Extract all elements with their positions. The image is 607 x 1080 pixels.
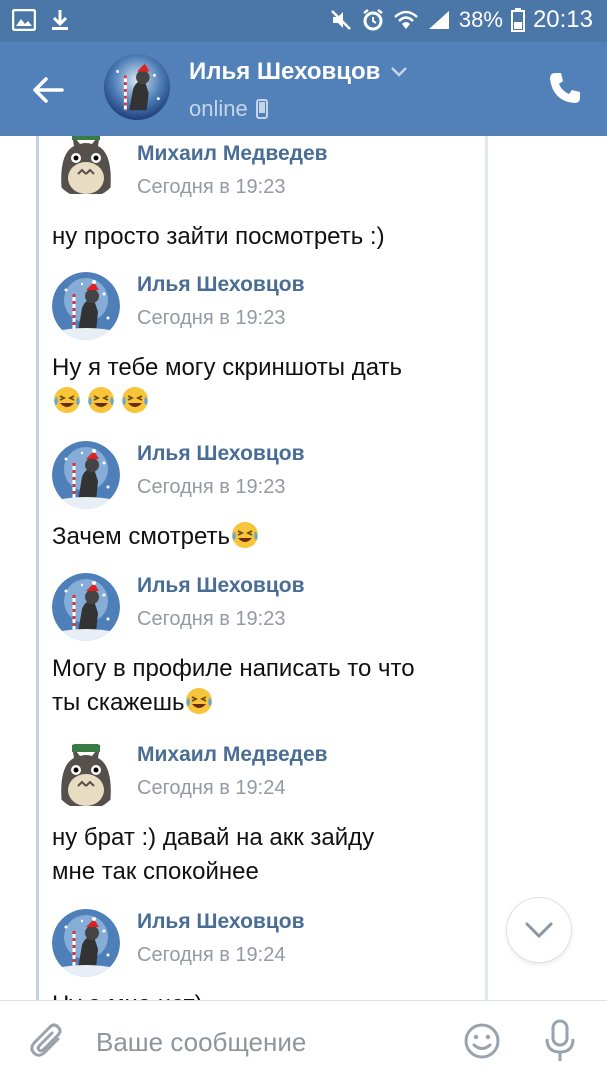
message-time: Сегодня в 19:24 (137, 777, 286, 799)
battery-icon (510, 8, 525, 32)
message-line: Могу в профиле написать то что (52, 655, 415, 682)
laughing-emoji-icon (122, 387, 148, 413)
contact-name-text: Илья Шеховцов (189, 58, 381, 85)
message-text: Ну а мне нет) (52, 988, 482, 1000)
laughing-emoji-icon (54, 387, 80, 413)
laughing-emoji-icon (186, 688, 213, 714)
divider (485, 136, 488, 1000)
message-line: Ну а мне нет) (52, 991, 203, 1000)
author-avatar[interactable] (52, 441, 120, 509)
forward-line (36, 136, 39, 1000)
download-icon (52, 10, 68, 30)
laughing-emoji-icon (232, 522, 259, 548)
message-time: Сегодня в 19:24 (137, 944, 286, 966)
mic-icon[interactable] (540, 1019, 580, 1063)
attach-icon[interactable] (28, 1021, 68, 1061)
message-line: ну брат :) давай на акк зайду (52, 824, 375, 851)
message-line: Зачем смотреть (52, 523, 231, 550)
message-text: ну просто зайти посмотреть :) (52, 220, 482, 254)
chat-header: Илья Шеховцов online (0, 42, 607, 136)
message-author[interactable]: Михаил Медведев (137, 743, 328, 767)
message-line: Ну я тебе могу скриншоты дать (52, 354, 403, 381)
author-avatar[interactable] (52, 909, 120, 977)
message-line: ты скажешь (52, 689, 185, 716)
message-author[interactable]: Илья Шеховцов (137, 910, 304, 934)
emoji-group (52, 387, 154, 415)
contact-status: online (189, 96, 268, 122)
scroll-down-icon (525, 922, 553, 939)
message-text: Зачем смотреть (52, 520, 482, 554)
message-line: ну просто зайти посмотреть :) (52, 223, 385, 250)
message-line: мне так спокойнее (52, 858, 259, 885)
chevron-down-icon[interactable] (390, 66, 408, 78)
back-arrow-icon[interactable] (28, 70, 68, 110)
message-time: Сегодня в 19:23 (137, 307, 286, 329)
mobile-icon (255, 99, 268, 119)
message-time: Сегодня в 19:23 (137, 176, 286, 198)
message-author[interactable]: Илья Шеховцов (137, 273, 304, 297)
message-composer (0, 1000, 607, 1080)
mute-icon (331, 10, 351, 30)
status-bar: 38% 20:13 (0, 0, 607, 42)
scroll-down-button[interactable] (506, 897, 572, 963)
contact-avatar[interactable] (104, 54, 170, 120)
emoji-icon[interactable] (462, 1021, 502, 1061)
message-author[interactable]: Илья Шеховцов (137, 442, 304, 466)
message-feed[interactable]: Михаил Медведев Сегодня в 19:23 ну просто … (0, 136, 607, 1000)
phone-icon[interactable] (547, 70, 583, 106)
contact-name[interactable]: Илья Шеховцов (189, 58, 408, 86)
emoji-group (230, 522, 264, 550)
image-icon (12, 9, 36, 31)
message-time: Сегодня в 19:23 (137, 476, 286, 498)
laughing-emoji-icon (88, 387, 114, 413)
status-text: online (189, 96, 248, 121)
author-avatar[interactable] (52, 136, 120, 198)
author-avatar[interactable] (52, 272, 120, 340)
message-text: ну брат :) давай на акк зайду мне так спо… (52, 821, 482, 889)
clock: 20:13 (532, 6, 593, 33)
wifi-icon (394, 10, 418, 29)
author-avatar[interactable] (52, 742, 120, 810)
battery-percent: 38% (458, 7, 503, 32)
message-time: Сегодня в 19:23 (137, 608, 286, 630)
alarm-icon (363, 9, 383, 31)
message-author[interactable]: Илья Шеховцов (137, 574, 304, 598)
author-avatar[interactable] (52, 573, 120, 641)
emoji-group (184, 688, 218, 716)
message-input[interactable] (96, 1023, 436, 1061)
message-author[interactable]: Михаил Медведев (137, 142, 328, 166)
message-text: Могу в профиле написать то что ты скажешь (52, 652, 482, 720)
message-text: Ну я тебе могу скриншоты дать (52, 351, 482, 419)
signal-icon (428, 11, 449, 29)
